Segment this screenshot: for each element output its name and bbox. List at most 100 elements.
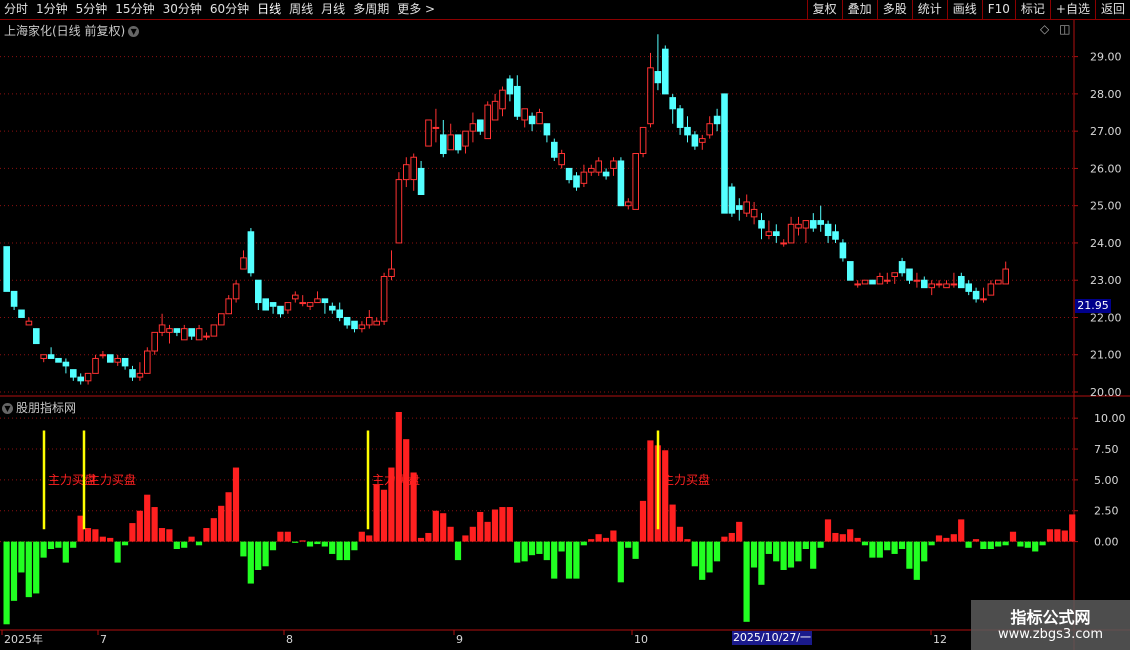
indicator-bar <box>92 529 99 542</box>
indicator-bar <box>1024 541 1031 548</box>
current-price-tag: 21.95 <box>1075 299 1111 313</box>
indicator-bar <box>114 541 121 563</box>
indicator-bar <box>240 541 247 557</box>
indicator-bar <box>980 541 987 550</box>
indicator-bar <box>1046 529 1054 542</box>
candle-body <box>965 283 973 292</box>
candle-body <box>447 134 454 151</box>
indicator-bar <box>210 518 217 542</box>
candle-body <box>166 328 173 333</box>
indicator-bar <box>447 526 454 542</box>
candle-body <box>713 115 721 125</box>
indicator-bar <box>987 541 994 550</box>
candle-body <box>728 186 736 214</box>
candle-body <box>499 89 506 110</box>
indicator-bar <box>773 541 780 562</box>
indicator-bar <box>121 541 129 546</box>
candle-body <box>684 126 691 136</box>
candle-body <box>839 242 847 259</box>
indicator-bar <box>329 541 336 554</box>
candle-body <box>358 324 366 330</box>
candle-body <box>129 369 136 378</box>
indicator-bar <box>935 535 943 542</box>
candle-body <box>70 369 77 378</box>
indicator-bar <box>40 541 47 558</box>
price-tick-label: 22.00 <box>1090 311 1122 324</box>
candle-body <box>99 354 107 357</box>
candle-body <box>787 223 795 244</box>
time-tick-label: 9 <box>456 633 463 646</box>
candle-body <box>662 48 669 95</box>
price-tick-label: 24.00 <box>1090 237 1122 250</box>
price-tick-label: 29.00 <box>1090 51 1122 64</box>
indicator-bar <box>84 528 92 542</box>
candle-body <box>854 283 862 286</box>
chevron-down-icon[interactable]: ▼ <box>2 403 13 414</box>
chevron-down-icon[interactable]: ▼ <box>128 26 140 37</box>
candle-body <box>898 261 906 274</box>
indicator-bar <box>314 541 321 545</box>
time-cursor-label: 2025/10/27/一 <box>732 631 812 645</box>
indicator-bar <box>425 532 432 542</box>
indicator-bar <box>632 541 639 559</box>
candle-body <box>817 220 825 225</box>
indicator-bar <box>70 541 77 548</box>
candle-body <box>181 328 188 341</box>
indicator-bar <box>706 541 713 573</box>
indicator-bar <box>25 541 32 598</box>
indicator-bar <box>47 541 55 550</box>
candle-body <box>432 126 440 129</box>
indicator-bar <box>743 541 750 622</box>
diamond-icon[interactable]: ◇ <box>1040 22 1049 36</box>
indicator-bar <box>669 504 676 542</box>
candle-body <box>417 167 425 196</box>
candle-body <box>210 324 218 337</box>
candle-body <box>736 205 743 210</box>
indicator-bar <box>499 507 506 542</box>
candle-body <box>647 67 654 125</box>
indicator-tick-label: 10.00 <box>1094 412 1126 425</box>
candle-body <box>610 160 617 169</box>
candle-body <box>876 275 884 285</box>
candle-body <box>669 97 677 110</box>
indicator-bar <box>343 541 351 561</box>
time-tick-label: 7 <box>100 633 107 646</box>
chart-area[interactable]: 29.00 28.00 27.00 26.00 25.00 24.00 23.00 22.00… <box>0 0 1130 650</box>
watermark-title: 指标公式网 <box>1010 608 1091 627</box>
indicator-bar <box>306 541 314 547</box>
indicator-bar <box>358 531 365 542</box>
indicator-bar <box>195 541 203 546</box>
indicator-bar <box>373 484 380 542</box>
candle-body <box>743 201 751 214</box>
indicator-bar <box>876 541 883 558</box>
indicator-bar <box>173 541 180 550</box>
main-pane-title: 上海家化(日线 前复权) <box>4 24 126 38</box>
indicator-pane-title: 股朋指标网 <box>16 401 77 415</box>
indicator-bar <box>380 489 388 542</box>
candle-body <box>565 167 573 181</box>
candlestick-series <box>3 34 1010 385</box>
candle-body <box>780 242 788 245</box>
indicator-bar <box>965 541 972 548</box>
candle-body <box>506 78 514 95</box>
indicator-bar <box>181 541 188 548</box>
indicator-bar <box>484 521 491 542</box>
indicator-bar <box>477 511 484 542</box>
indicator-bar <box>284 531 291 542</box>
candle-body <box>388 268 395 277</box>
indicator-bar <box>491 509 499 542</box>
candle-body <box>47 354 55 359</box>
candle-body <box>158 324 166 333</box>
indicator-bar <box>158 528 166 542</box>
price-axis: 29.00 28.00 27.00 26.00 25.00 24.00 23.00 22.00… <box>1074 51 1122 399</box>
candle-body <box>543 123 551 136</box>
indicator-bar <box>647 440 654 542</box>
indicator-bar <box>55 541 62 548</box>
candle-body <box>469 123 477 132</box>
maximize-icon[interactable]: ◫ <box>1059 22 1070 36</box>
candle-body <box>329 305 336 311</box>
indicator-bar <box>528 541 536 556</box>
candle-body <box>935 283 943 286</box>
indicator-bar <box>255 541 262 570</box>
candle-body <box>188 328 195 337</box>
